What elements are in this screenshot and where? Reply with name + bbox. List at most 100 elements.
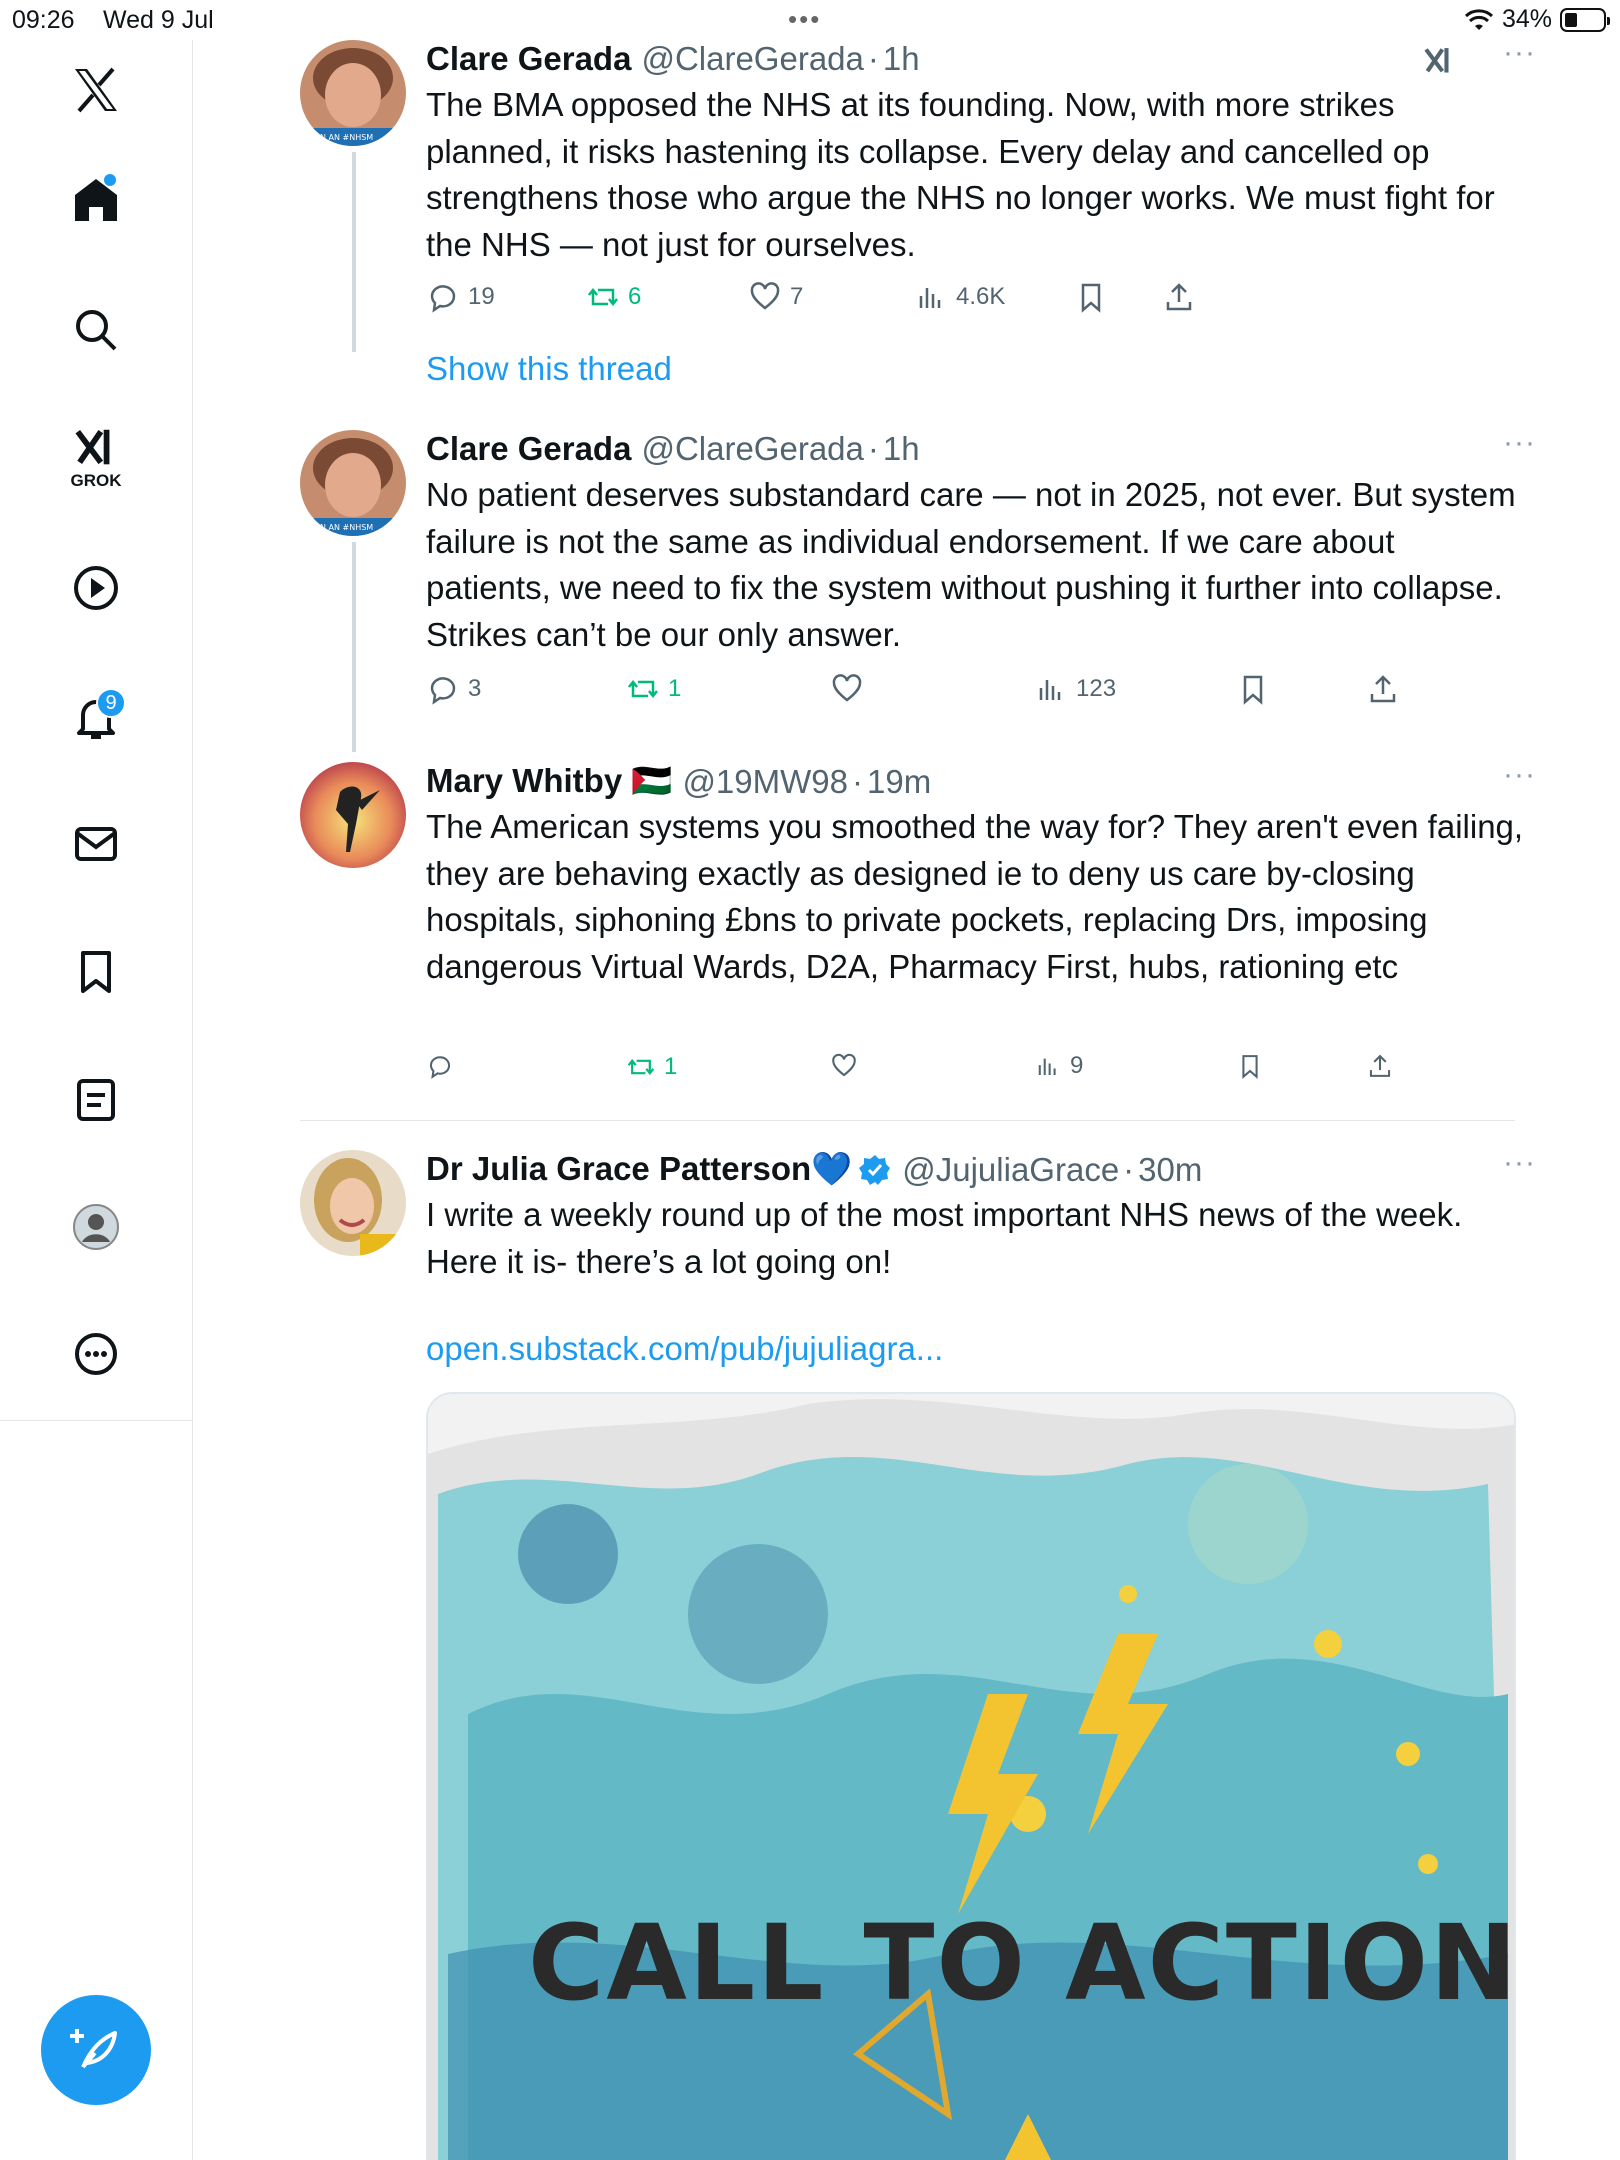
thread-connector: [352, 542, 356, 752]
compose-feather-icon: [70, 2029, 117, 2069]
compose-button[interactable]: [41, 1995, 151, 2105]
tweet-text-line: I write a weekly round up of the most im…: [426, 1196, 1463, 1233]
sidebar: GROK 9: [0, 40, 193, 1420]
bookmark-button[interactable]: [1236, 1052, 1264, 1080]
bookmark-icon: [1243, 675, 1263, 705]
sidebar-item-home[interactable]: [56, 160, 136, 240]
retweet-count: 1: [664, 1053, 678, 1080]
status-date: Wed 9 Jul: [103, 6, 214, 34]
more-icon[interactable]: ···: [1503, 1146, 1536, 1180]
multitasking-dots-icon[interactable]: •••: [788, 4, 821, 35]
bookmark-button[interactable]: [1074, 280, 1108, 314]
sidebar-divider: [0, 1420, 193, 1421]
reply-icon: [430, 677, 456, 705]
tweet-time[interactable]: 19m: [867, 763, 931, 801]
battery-icon: [1560, 7, 1610, 32]
tweet-text-line: Here it is- there’s a lot going on!: [426, 1242, 892, 1280]
heart-icon: [832, 1053, 856, 1077]
separator: ·: [867, 40, 879, 77]
tweet-actions: 3 1 123: [426, 672, 1426, 712]
card-image: CALL TO ACTION.: [428, 1394, 1514, 2160]
author-handle[interactable]: @ClareGerada: [641, 40, 863, 78]
author-handle[interactable]: @JujuliaGrace: [902, 1151, 1119, 1189]
retweet-icon: [588, 287, 618, 307]
verified-badge-icon: [859, 1154, 891, 1185]
sidebar-item-grok[interactable]: GROK: [56, 415, 136, 495]
share-button[interactable]: [1366, 672, 1400, 706]
more-icon[interactable]: ···: [1503, 758, 1536, 792]
play-icon: [74, 566, 118, 610]
author-name[interactable]: Clare Gerada: [426, 40, 631, 78]
avatar[interactable]: N AN #NHSM: [300, 430, 406, 536]
tweet-link[interactable]: open.substack.com/pub/jujuliagra...: [426, 1330, 943, 1368]
tweet-text: I write a weekly round up of the most im…: [426, 1192, 1526, 1285]
status-time: 09:26: [12, 6, 75, 34]
author-name[interactable]: Clare Gerada: [426, 430, 631, 468]
x-logo-icon[interactable]: [56, 50, 136, 130]
author-handle[interactable]: @ClareGerada: [641, 430, 863, 468]
home-notification-dot: [104, 174, 116, 186]
like-count: 7: [790, 283, 804, 310]
reply-button[interactable]: 3: [426, 672, 481, 706]
svg-text:N AN #NHSM: N AN #NHSM: [320, 133, 373, 142]
reply-button[interactable]: 19: [426, 280, 495, 314]
sidebar-item-search[interactable]: [56, 290, 136, 370]
tweet-time[interactable]: 1h: [883, 430, 920, 468]
retweet-button[interactable]: 6: [586, 280, 641, 314]
retweet-count: 6: [628, 283, 642, 310]
avatar-icon: [73, 1204, 119, 1250]
like-button[interactable]: [830, 672, 864, 706]
grok-icon: [75, 429, 110, 465]
sidebar-item-messages[interactable]: [56, 804, 136, 884]
link-preview-card[interactable]: CALL TO ACTION.: [426, 1392, 1516, 2160]
reply-count: 3: [468, 675, 482, 702]
reply-button[interactable]: [426, 1052, 454, 1080]
show-thread-link[interactable]: Show this thread: [426, 350, 672, 388]
author-name[interactable]: Dr Julia Grace Patterson💙: [426, 1150, 852, 1189]
views-button[interactable]: 4.6K: [914, 280, 1005, 314]
separator: ·: [852, 762, 863, 800]
share-button[interactable]: [1162, 280, 1196, 314]
bookmark-button[interactable]: [1236, 672, 1270, 706]
avatar[interactable]: N AN #NHSM: [300, 40, 406, 146]
views-button[interactable]: 9: [1034, 1052, 1083, 1080]
avatar[interactable]: [300, 762, 406, 868]
avatar[interactable]: [300, 1150, 406, 1256]
status-bar: 09:26 Wed 9 Jul ••• 34%: [0, 0, 1620, 40]
reply-icon: [429, 1056, 451, 1079]
tweet-time[interactable]: 30m: [1138, 1151, 1202, 1189]
tweet-header: Mary Whitby 🇵🇸 @19MW98 · 19m ···: [426, 758, 1535, 801]
reply-count: 19: [468, 283, 495, 310]
more-icon[interactable]: ···: [1503, 36, 1536, 70]
grok-icon[interactable]: [1422, 44, 1456, 78]
more-circle-icon: [75, 1333, 117, 1375]
heart-icon: [750, 282, 780, 310]
sidebar-item-video[interactable]: [56, 548, 136, 628]
more-icon[interactable]: ···: [1503, 426, 1536, 460]
share-button[interactable]: [1366, 1052, 1394, 1080]
sidebar-item-lists[interactable]: [56, 1060, 136, 1140]
status-right: 34%: [1464, 5, 1610, 34]
sidebar-item-more[interactable]: [56, 1314, 136, 1394]
author-handle[interactable]: @19MW98: [682, 763, 848, 801]
views-button[interactable]: 123: [1034, 672, 1116, 706]
sidebar-item-profile[interactable]: [56, 1187, 136, 1267]
retweet-button[interactable]: 1: [626, 1052, 677, 1082]
views-icon: [919, 288, 941, 308]
share-icon: [1166, 283, 1192, 311]
bookmark-icon: [1081, 283, 1101, 313]
search-icon: [76, 310, 117, 351]
grok-label: GROK: [70, 471, 122, 490]
tweet-time[interactable]: 1h: [883, 40, 920, 78]
bookmark-icon: [81, 951, 111, 993]
author-name[interactable]: Mary Whitby 🇵🇸: [426, 762, 672, 801]
reply-icon: [430, 285, 456, 313]
tweet-text: The BMA opposed the NHS at its founding.…: [426, 86, 1495, 263]
sidebar-item-bookmarks[interactable]: [56, 932, 136, 1012]
battery-percent: 34%: [1501, 5, 1552, 33]
like-button[interactable]: 7: [748, 280, 803, 314]
views-icon: [1038, 1058, 1056, 1076]
sidebar-item-notifications[interactable]: 9: [56, 678, 136, 758]
like-button[interactable]: [830, 1052, 858, 1080]
retweet-button[interactable]: 1: [626, 672, 681, 706]
